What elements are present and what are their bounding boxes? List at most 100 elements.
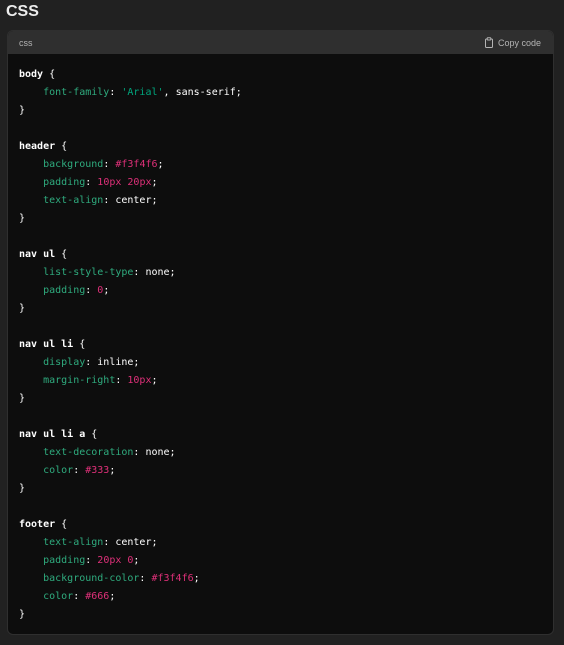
code-property: padding: [43, 555, 86, 566]
code-line: text-decoration: none;: [19, 444, 553, 462]
code-line: background-color: #f3f4f6;: [19, 570, 553, 588]
code-property: text-decoration: [43, 447, 134, 458]
code-text: {: [85, 429, 98, 440]
code-line: }: [19, 210, 553, 228]
code-line: }: [19, 390, 553, 408]
code-line: color: #666;: [19, 588, 553, 606]
code-selector: body: [19, 69, 44, 80]
code-line: margin-right: 10px;: [19, 372, 553, 390]
code-line: nav ul li a {: [19, 426, 553, 444]
code-line: text-align: center;: [19, 192, 553, 210]
code-text: ;: [103, 285, 110, 296]
code-value: #333: [85, 465, 110, 476]
code-line: font-family: 'Arial', sans-serif;: [19, 84, 553, 102]
code-text: ;: [157, 159, 164, 170]
code-line: }: [19, 300, 553, 318]
code-text: :: [85, 555, 98, 566]
code-selector: nav ul li: [19, 339, 74, 350]
section-heading: CSS: [6, 3, 39, 20]
code-text: : none;: [133, 267, 176, 278]
code-value: 20px 0: [97, 555, 134, 566]
code-text: }: [19, 609, 26, 620]
code-line: header {: [19, 138, 553, 156]
code-property: color: [43, 465, 74, 476]
code-text: }: [19, 213, 26, 224]
code-text: {: [73, 339, 86, 350]
code-selector: header: [19, 141, 56, 152]
code-property: text-align: [43, 195, 104, 206]
code-text: : none;: [133, 447, 176, 458]
code-property: padding: [43, 177, 86, 188]
code-text: :: [103, 159, 116, 170]
code-text: ;: [109, 465, 116, 476]
code-value: #666: [85, 591, 110, 602]
code-value: #f3f4f6: [115, 159, 158, 170]
code-text: }: [19, 303, 26, 314]
code-text: }: [19, 105, 26, 116]
code-line: nav ul {: [19, 246, 553, 264]
code-value: 10px 20px: [97, 177, 152, 188]
code-string: 'Arial': [121, 87, 164, 98]
code-line: }: [19, 606, 553, 624]
code-line: nav ul li {: [19, 336, 553, 354]
code-text: {: [55, 519, 68, 530]
code-property: padding: [43, 285, 86, 296]
code-text: {: [43, 69, 56, 80]
code-text: :: [85, 285, 98, 296]
code-text: {: [55, 249, 68, 260]
code-property: margin-right: [43, 375, 116, 386]
code-property: background: [43, 159, 104, 170]
code-line: padding: 20px 0;: [19, 552, 553, 570]
code-value: #f3f4f6: [151, 573, 194, 584]
code-text: ;: [133, 555, 140, 566]
code-text: :: [139, 573, 152, 584]
clipboard-icon: [484, 37, 494, 48]
code-text: : center;: [103, 537, 158, 548]
code-text: ;: [193, 573, 200, 584]
code-selector: nav ul: [19, 249, 56, 260]
code-text: ;: [151, 375, 158, 386]
code-property: color: [43, 591, 74, 602]
code-selector: footer: [19, 519, 56, 530]
code-line: body {: [19, 66, 553, 84]
code-text: ;: [109, 591, 116, 602]
code-text: : inline;: [85, 357, 140, 368]
code-line: display: inline;: [19, 354, 553, 372]
code-text: {: [55, 141, 68, 152]
code-content: body { font-family: 'Arial', sans-serif;…: [8, 54, 553, 624]
code-line: color: #333;: [19, 462, 553, 480]
code-text: :: [73, 465, 86, 476]
code-language-label: css: [19, 37, 33, 48]
code-line: padding: 0;: [19, 282, 553, 300]
code-block-header: css Copy code: [8, 31, 553, 54]
copy-code-button[interactable]: Copy code: [484, 37, 541, 48]
code-text: :: [85, 177, 98, 188]
code-text: ;: [151, 177, 158, 188]
code-property: background-color: [43, 573, 140, 584]
code-text: :: [109, 87, 122, 98]
code-line: footer {: [19, 516, 553, 534]
copy-code-label: Copy code: [497, 37, 541, 48]
code-block: css Copy code body { font-family: 'Arial…: [7, 30, 554, 635]
code-line: text-align: center;: [19, 534, 553, 552]
code-text: }: [19, 393, 26, 404]
code-property: text-align: [43, 537, 104, 548]
code-line: }: [19, 102, 553, 120]
code-selector: nav ul li a: [19, 429, 86, 440]
